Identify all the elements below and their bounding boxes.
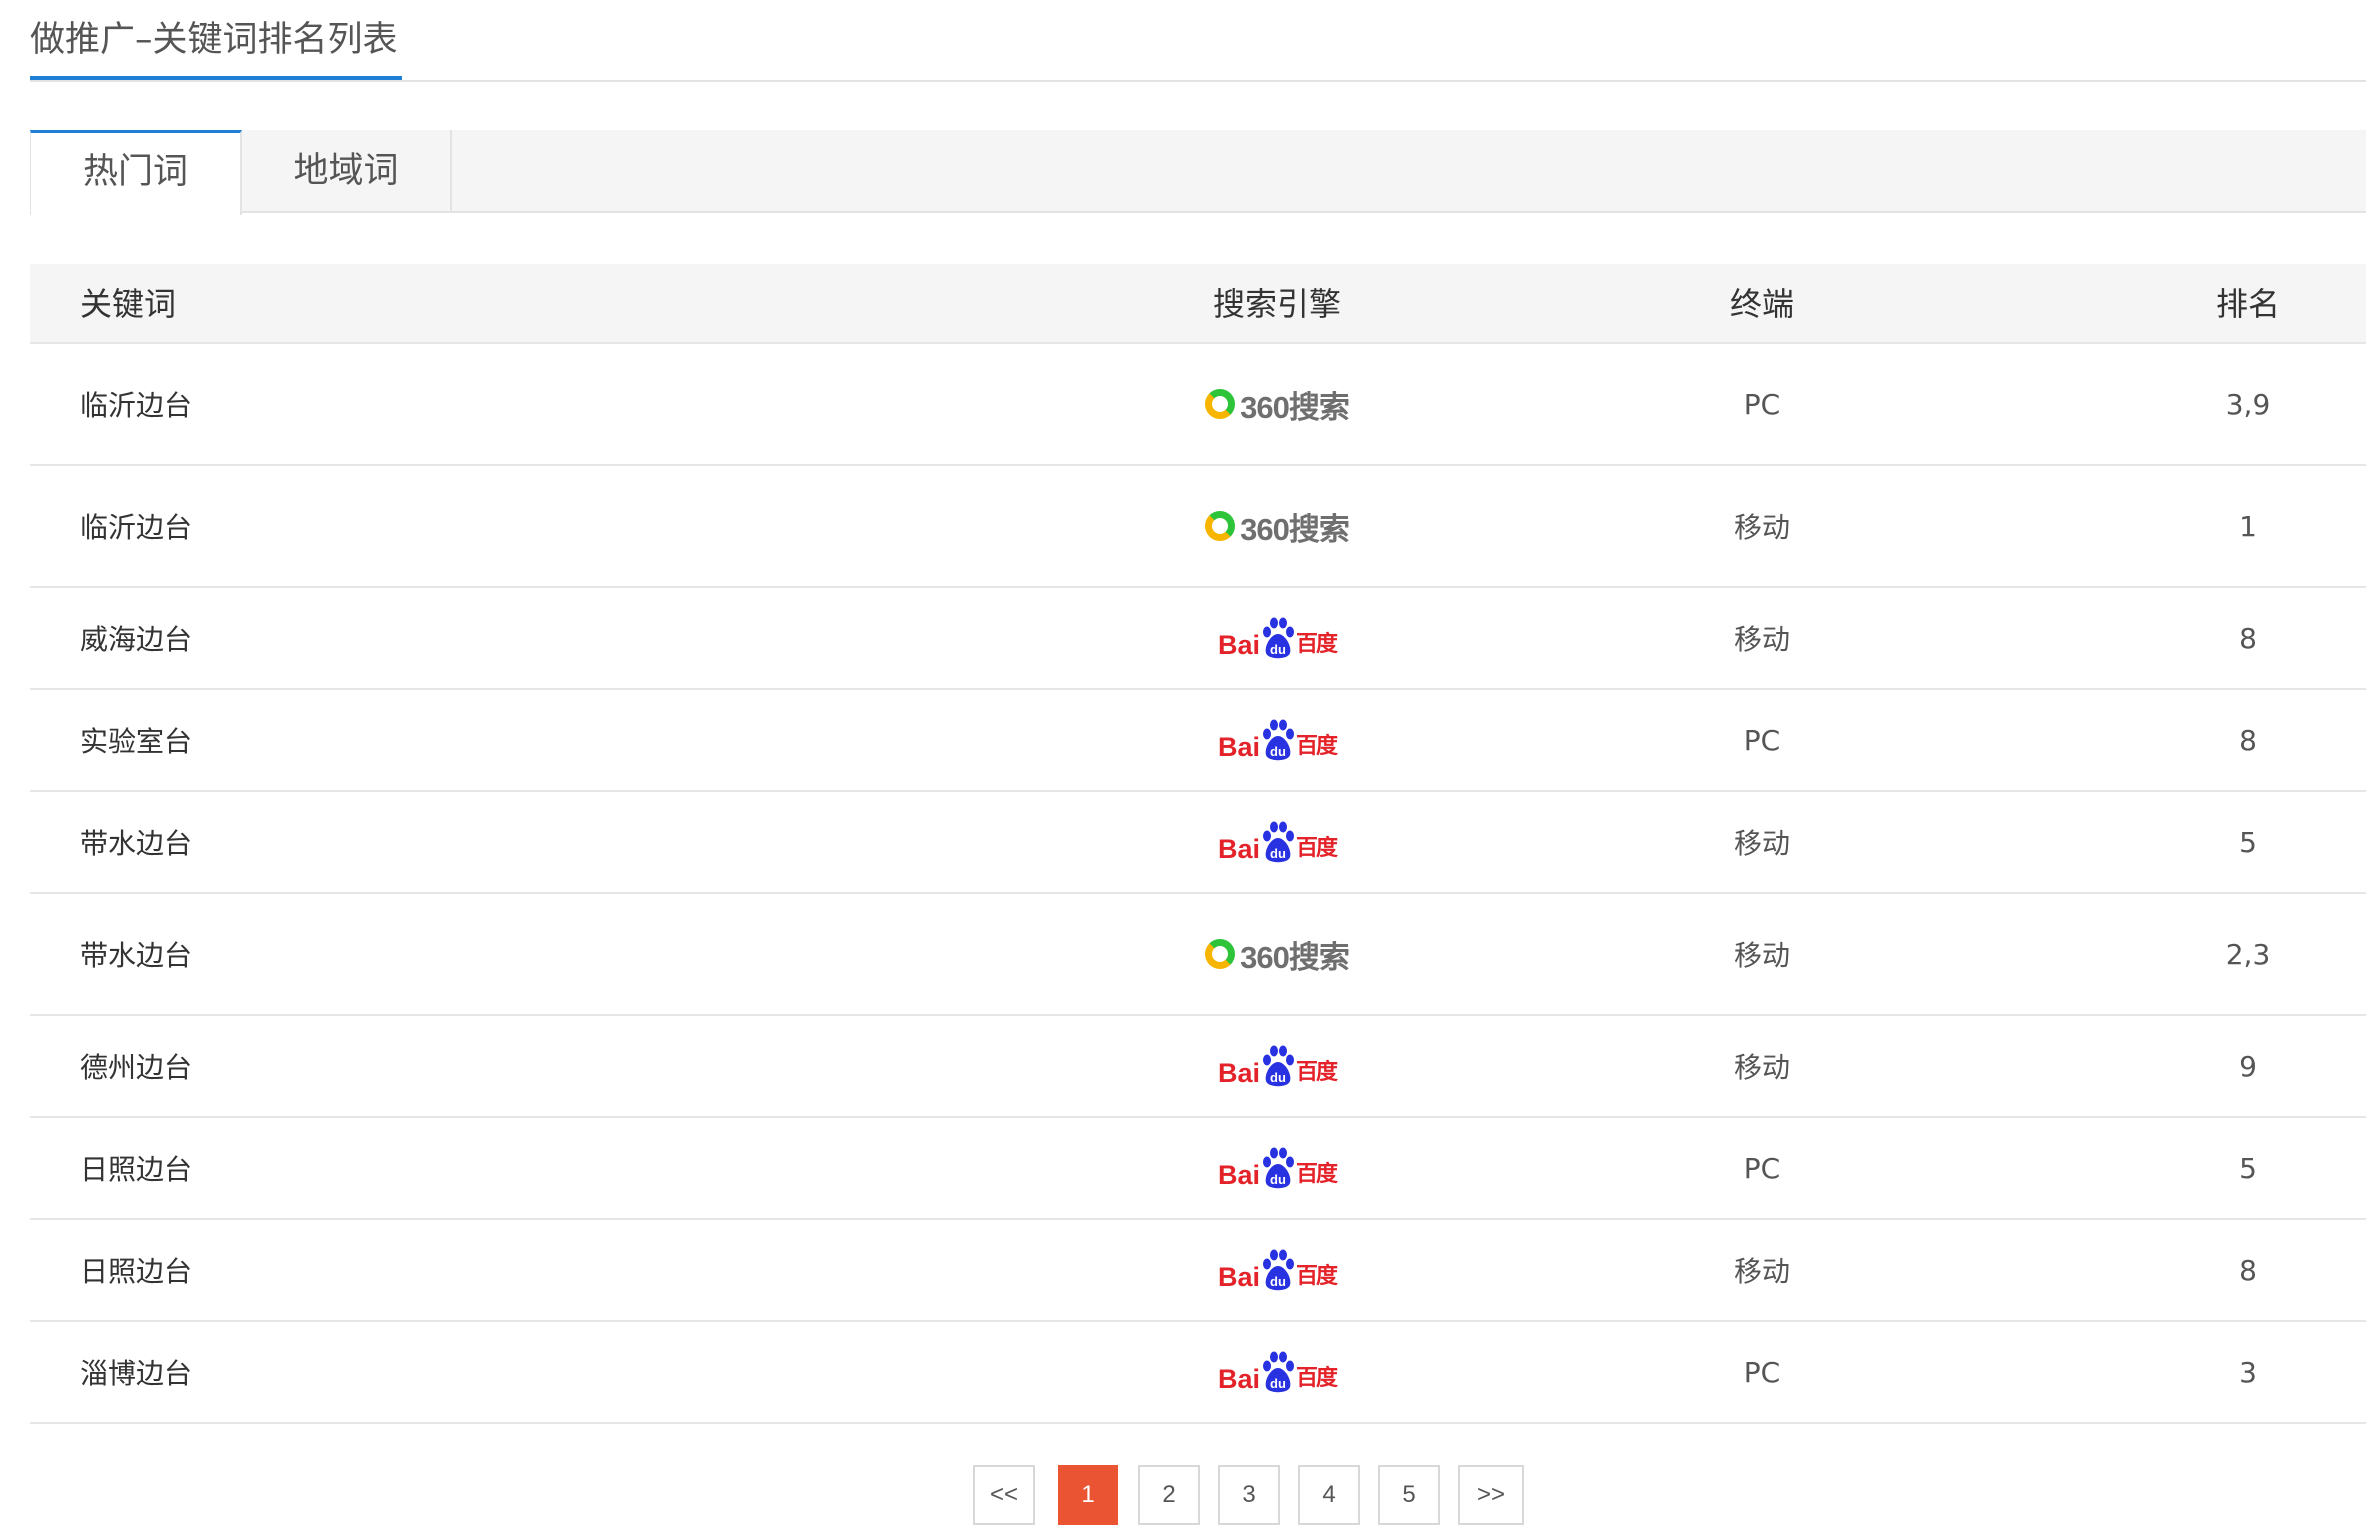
cell-engine: Bai du 百度 bbox=[1117, 792, 1437, 892]
cell-rank: 8 bbox=[2239, 723, 2257, 757]
svg-text:du: du bbox=[1270, 744, 1286, 759]
cell-keyword: 淄博边台 bbox=[80, 1357, 193, 1390]
table-row: 临沂边台 360搜索 移动 1 bbox=[30, 466, 2366, 588]
table-row: 德州边台 Bai du 百度 移动 9 bbox=[30, 1016, 2366, 1118]
page-button-3[interactable]: 3 bbox=[1218, 1465, 1280, 1525]
so360-logo-text: 360搜索 bbox=[1240, 511, 1350, 547]
cell-engine: Bai du 百度 bbox=[1117, 1220, 1437, 1320]
page-header: 做推广–关键词排名列表 bbox=[30, 0, 2366, 82]
cell-terminal: PC bbox=[1743, 1355, 1781, 1389]
cell-keyword: 德州边台 bbox=[80, 1051, 193, 1084]
table-row: 威海边台 Bai du 百度 移动 8 bbox=[30, 588, 2366, 690]
column-header-keyword: 关键词 bbox=[80, 285, 177, 323]
baidu-logo-icon: Bai du 百度 bbox=[1218, 1146, 1338, 1190]
table-row: 临沂边台 360搜索 PC 3,9 bbox=[30, 344, 2366, 466]
table-body: 临沂边台 360搜索 PC 3,9 临沂边台 360搜索 移动 1 威海边台 Bai du 百度 移动 8… bbox=[30, 344, 2366, 1424]
cell-keyword: 临沂边台 bbox=[80, 511, 193, 544]
so360-logo-text: 360搜索 bbox=[1240, 389, 1350, 425]
table-row: 实验室台 Bai du 百度 PC 8 bbox=[30, 690, 2366, 792]
keyword-ranking-table: 关键词 搜索引擎 终端 排名 临沂边台 360搜索 PC 3,9 临沂边台 360搜索 移动… bbox=[30, 264, 2366, 1424]
cell-keyword: 日照边台 bbox=[80, 1255, 193, 1288]
baidu-logo-icon: Bai du 百度 bbox=[1218, 1350, 1338, 1394]
cell-rank: 1 bbox=[2239, 509, 2257, 543]
cell-terminal: 移动 bbox=[1733, 1255, 1790, 1288]
cell-terminal: PC bbox=[1743, 387, 1781, 421]
cell-rank: 8 bbox=[2239, 1253, 2257, 1287]
so360-logo-icon: 360搜索 bbox=[1205, 382, 1350, 427]
cell-keyword: 实验室台 bbox=[80, 725, 193, 758]
page-next-button[interactable]: >> bbox=[1458, 1465, 1524, 1525]
tab-bar: 热门词 地域词 bbox=[30, 130, 2366, 215]
cell-terminal: PC bbox=[1743, 723, 1781, 757]
cell-terminal: 移动 bbox=[1733, 827, 1790, 860]
cell-terminal: 移动 bbox=[1733, 939, 1790, 972]
cell-engine: 360搜索 bbox=[1117, 466, 1437, 586]
svg-text:du: du bbox=[1270, 1274, 1286, 1289]
baidu-logo-icon: Bai du 百度 bbox=[1218, 1248, 1338, 1292]
cell-rank: 3 bbox=[2239, 1355, 2257, 1389]
tab-region-keywords[interactable]: 地域词 bbox=[242, 130, 452, 213]
cell-rank: 5 bbox=[2239, 1151, 2257, 1185]
cell-rank: 9 bbox=[2239, 1049, 2257, 1083]
so360-logo-icon: 360搜索 bbox=[1205, 504, 1350, 549]
table-row: 淄博边台 Bai du 百度 PC 3 bbox=[30, 1322, 2366, 1424]
cell-keyword: 威海边台 bbox=[80, 623, 193, 656]
cell-keyword: 临沂边台 bbox=[80, 389, 193, 422]
page-title: 做推广–关键词排名列表 bbox=[30, 14, 402, 80]
page-button-5[interactable]: 5 bbox=[1378, 1465, 1440, 1525]
baidu-logo-icon: Bai du 百度 bbox=[1218, 1044, 1338, 1088]
table-header: 关键词 搜索引擎 终端 排名 bbox=[30, 264, 2366, 344]
cell-terminal: 移动 bbox=[1733, 511, 1790, 544]
cell-terminal: PC bbox=[1743, 1151, 1781, 1185]
baidu-logo-icon: Bai du 百度 bbox=[1218, 820, 1338, 864]
cell-engine: Bai du 百度 bbox=[1117, 588, 1437, 688]
table-row: 日照边台 Bai du 百度 移动 8 bbox=[30, 1220, 2366, 1322]
cell-rank: 3,9 bbox=[2225, 387, 2271, 421]
column-header-terminal: 终端 bbox=[1729, 285, 1794, 323]
so360-logo-icon: 360搜索 bbox=[1205, 932, 1350, 977]
page-button-1[interactable]: 1 bbox=[1058, 1465, 1118, 1525]
cell-engine: 360搜索 bbox=[1117, 344, 1437, 464]
table-row: 带水边台 360搜索 移动 2,3 bbox=[30, 894, 2366, 1016]
cell-keyword: 带水边台 bbox=[80, 939, 193, 972]
tab-hot-keywords[interactable]: 热门词 bbox=[30, 130, 242, 215]
cell-rank: 5 bbox=[2239, 825, 2257, 859]
cell-keyword: 日照边台 bbox=[80, 1153, 193, 1186]
cell-engine: Bai du 百度 bbox=[1117, 1016, 1437, 1116]
cell-engine: Bai du 百度 bbox=[1117, 690, 1437, 790]
cell-rank: 8 bbox=[2239, 621, 2257, 655]
baidu-logo-icon: Bai du 百度 bbox=[1218, 718, 1338, 762]
svg-text:du: du bbox=[1270, 642, 1286, 657]
column-header-rank: 排名 bbox=[2215, 285, 2280, 323]
cell-engine: Bai du 百度 bbox=[1117, 1118, 1437, 1218]
svg-text:du: du bbox=[1270, 1376, 1286, 1391]
svg-text:du: du bbox=[1270, 1172, 1286, 1187]
column-header-engine: 搜索引擎 bbox=[1212, 285, 1341, 323]
cell-terminal: 移动 bbox=[1733, 1051, 1790, 1084]
cell-engine: Bai du 百度 bbox=[1117, 1322, 1437, 1422]
table-row: 带水边台 Bai du 百度 移动 5 bbox=[30, 792, 2366, 894]
cell-rank: 2,3 bbox=[2225, 937, 2271, 971]
cell-engine: 360搜索 bbox=[1117, 894, 1437, 1014]
page-button-2[interactable]: 2 bbox=[1138, 1465, 1200, 1525]
page-prev-button[interactable]: << bbox=[973, 1465, 1035, 1525]
page-button-4[interactable]: 4 bbox=[1298, 1465, 1360, 1525]
baidu-logo-icon: Bai du 百度 bbox=[1218, 616, 1338, 660]
cell-keyword: 带水边台 bbox=[80, 827, 193, 860]
table-row: 日照边台 Bai du 百度 PC 5 bbox=[30, 1118, 2366, 1220]
svg-text:du: du bbox=[1270, 1070, 1286, 1085]
so360-logo-text: 360搜索 bbox=[1240, 939, 1350, 975]
svg-text:du: du bbox=[1270, 846, 1286, 861]
cell-terminal: 移动 bbox=[1733, 623, 1790, 656]
